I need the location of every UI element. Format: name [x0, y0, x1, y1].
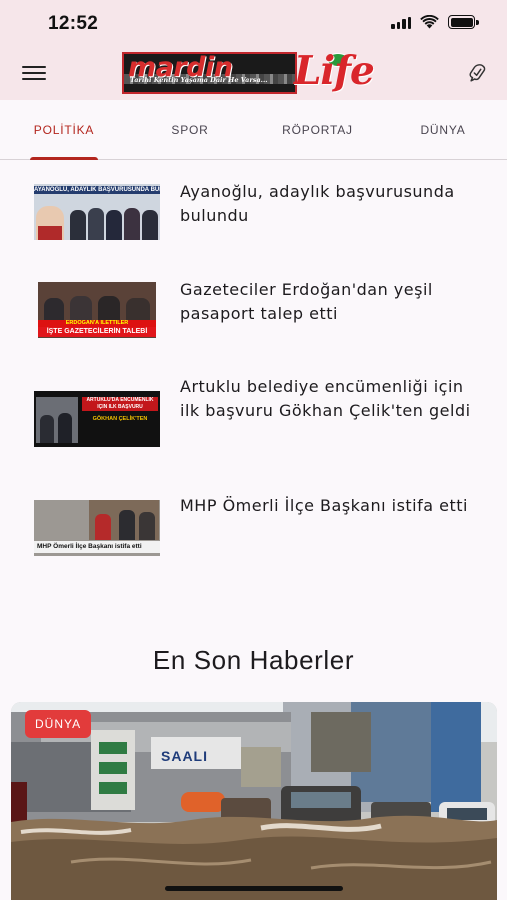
menu-icon[interactable] [22, 66, 46, 82]
logo-slogan: Tarihi Kentin Yaşama Dair He Varsa... [130, 76, 268, 84]
status-time: 12:52 [48, 13, 99, 34]
thumb-caption: MHP Ömerli İlçe Başkanı istifa etti [34, 541, 160, 553]
section-title: En Son Haberler [152, 645, 355, 675]
status-icons [391, 15, 479, 29]
status-bar: 12:52 [0, 0, 507, 48]
news-title: Gazeteciler Erdoğan'dan yeşil pasaport t… [180, 280, 433, 323]
news-item[interactable]: MHP Ömerli İlçe Başkanı istifa etti MHP … [0, 494, 507, 566]
bookmark-check-icon[interactable] [467, 62, 489, 84]
thumb-caption-2: İŞTE GAZETECİLERİN TALEBİ [38, 327, 156, 337]
signal-icon [391, 15, 411, 29]
thumb-photo [36, 397, 78, 443]
featured-sign-text: SAALI [161, 748, 208, 764]
battery-icon [448, 15, 479, 29]
tab-spor[interactable]: SPOR [150, 100, 230, 160]
tab-indicator [30, 157, 98, 160]
news-item[interactable]: ARTUKLU'DA ENCÜMENLİK İÇİN İLK BAŞVURU G… [0, 375, 507, 447]
news-title: Artuklu belediye encümenliği için ilk ba… [180, 377, 471, 420]
logo-box: mardin Tarihi Kentin Yaşama Dair He Vars… [122, 52, 297, 94]
news-item[interactable]: ERDOĞAN'A İLETTİLER İŞTE GAZETECİLERİN T… [0, 278, 507, 350]
news-thumbnail: MHP Ömerli İlçe Başkanı istifa etti [34, 500, 160, 556]
thumb-photo [89, 500, 159, 540]
category-tabs: POLİTİKA SPOR RÖPORTAJ DÜNYA [0, 100, 507, 160]
thumb-caption: AYANOĞLU, ADAYLIK BAŞVURUSUNDA BULUNDU [34, 186, 160, 194]
thumb-caption-1: ARTUKLU'DA ENCÜMENLİK [86, 397, 154, 403]
news-title: Ayanoğlu, adaylık başvurusunda bulundu [180, 182, 455, 225]
home-indicator [165, 886, 343, 891]
news-item[interactable]: AYANOĞLU, ADAYLIK BAŞVURUSUNDA BULUNDU A… [0, 180, 507, 252]
thumb-caption-1: ERDOĞAN'A İLETTİLER [38, 320, 156, 327]
news-thumbnail: ERDOĞAN'A İLETTİLER İŞTE GAZETECİLERİN T… [38, 282, 156, 338]
app-bar: mardin Tarihi Kentin Yaşama Dair He Vars… [0, 48, 507, 100]
logo-life-text: Life [294, 48, 375, 94]
tab-dunya[interactable]: DÜNYA [398, 100, 488, 160]
featured-news-card[interactable]: SAALI DÜNYA [11, 702, 497, 900]
category-badge: DÜNYA [25, 710, 92, 738]
thumb-caption-3: GÖKHAN ÇELİK'TEN [92, 416, 148, 422]
wifi-icon [420, 15, 439, 29]
app-logo: mardin Tarihi Kentin Yaşama Dair He Vars… [122, 48, 387, 96]
thumb-people [34, 202, 160, 240]
news-title: MHP Ömerli İlçe Başkanı istifa etti [180, 496, 468, 515]
thumb-caption-2: İÇİN İLK BAŞVURU [97, 404, 143, 410]
tab-politika[interactable]: POLİTİKA [24, 100, 104, 160]
news-thumbnail: ARTUKLU'DA ENCÜMENLİK İÇİN İLK BAŞVURU G… [34, 391, 160, 447]
tab-roportaj[interactable]: RÖPORTAJ [270, 100, 365, 160]
news-thumbnail: AYANOĞLU, ADAYLIK BAŞVURUSUNDA BULUNDU [34, 184, 160, 240]
